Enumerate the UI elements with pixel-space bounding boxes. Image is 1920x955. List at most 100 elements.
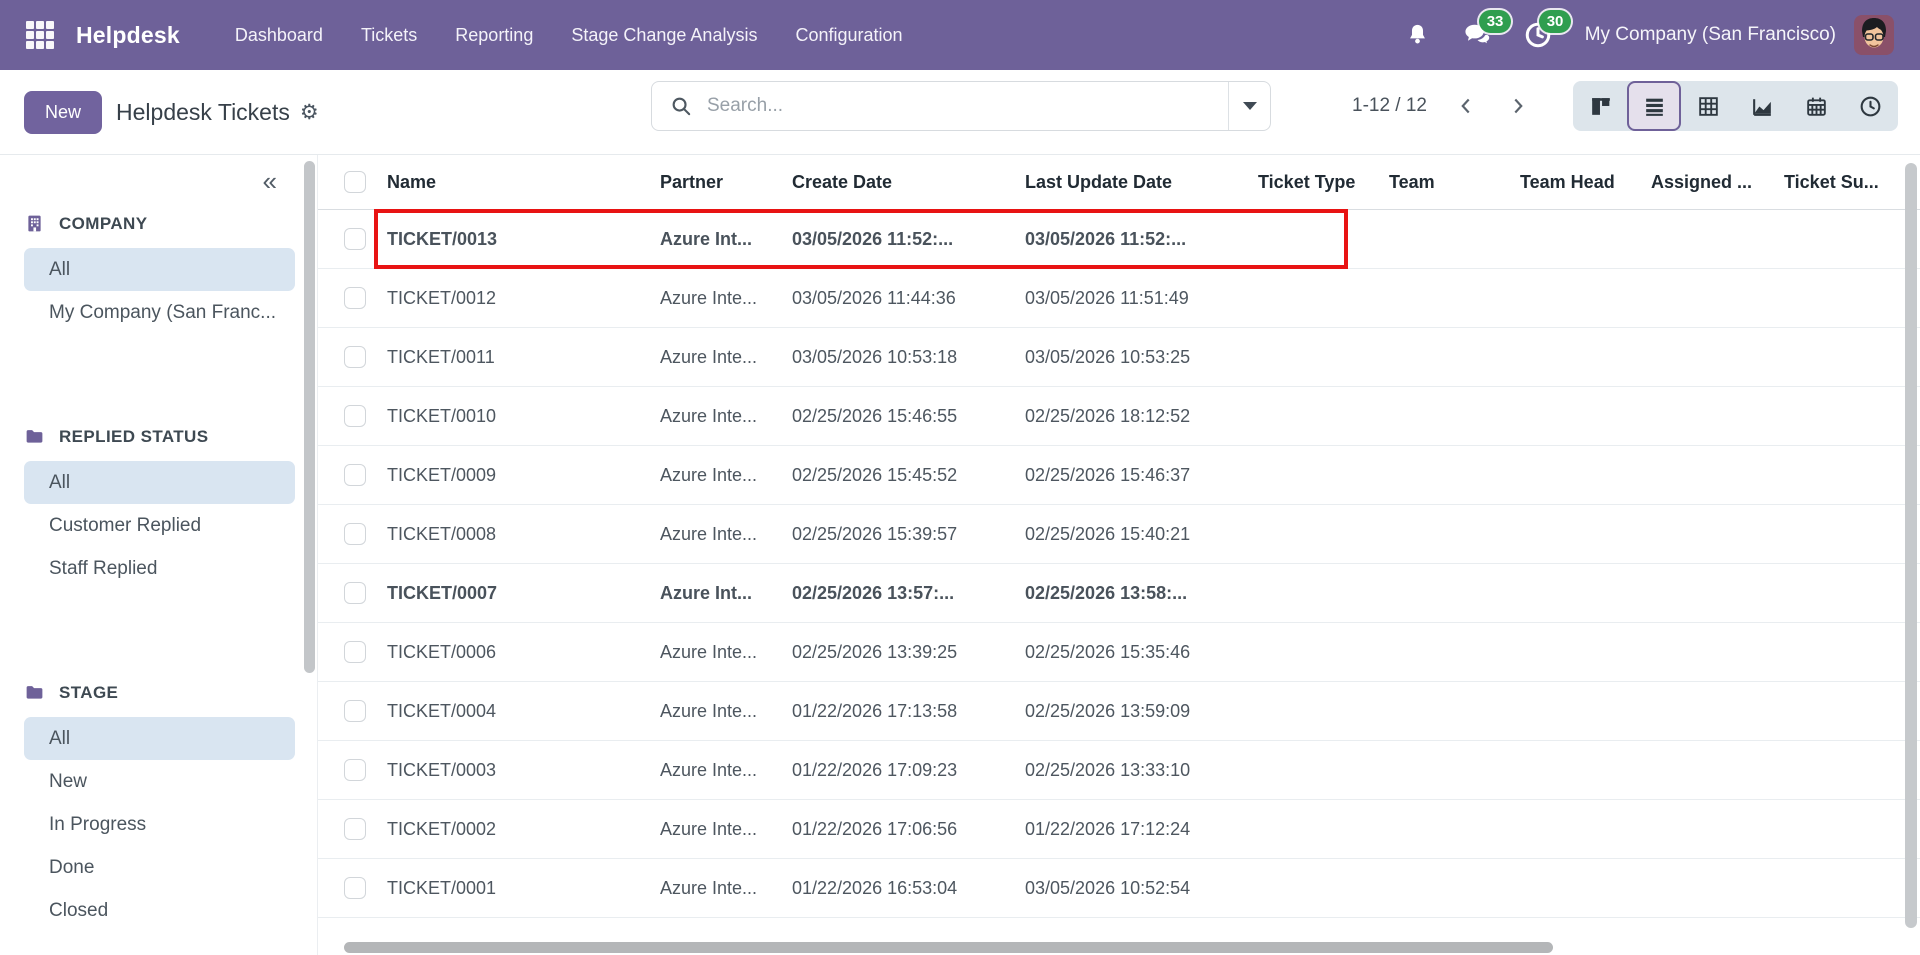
table-row[interactable]: TICKET/0008 Azure Inte... 02/25/2026 15:… (318, 505, 1920, 564)
cell-partner: Azure Inte... (660, 878, 792, 899)
column-header[interactable]: Last Update Date (1025, 172, 1258, 193)
filter-item[interactable]: Done (24, 846, 295, 889)
table-row[interactable]: TICKET/0010 Azure Inte... 02/25/2026 15:… (318, 387, 1920, 446)
activities-icon[interactable]: 30 (1521, 18, 1555, 52)
cell-partner: Azure Inte... (660, 819, 792, 840)
cell-last-update-date: 03/05/2026 10:52:54 (1025, 878, 1258, 899)
table-row[interactable]: TICKET/0002 Azure Inte... 01/22/2026 17:… (318, 800, 1920, 859)
cell-name: TICKET/0010 (387, 406, 660, 427)
filter-item[interactable]: All (24, 717, 295, 760)
table-row[interactable]: TICKET/0012 Azure Inte... 03/05/2026 11:… (318, 269, 1920, 328)
sidebar-scrollbar[interactable] (304, 161, 315, 673)
row-checkbox[interactable] (318, 582, 387, 604)
graph-view-button[interactable] (1735, 81, 1789, 131)
cell-create-date: 01/22/2026 16:53:04 (792, 878, 1025, 899)
row-checkbox[interactable] (318, 464, 387, 486)
column-header[interactable]: Team (1389, 172, 1520, 193)
row-checkbox[interactable] (318, 523, 387, 545)
cell-name: TICKET/0009 (387, 465, 660, 486)
column-header[interactable]: Assigned ... (1651, 172, 1784, 193)
nav-menu-item[interactable]: Tickets (346, 17, 432, 54)
table-row[interactable]: TICKET/0007 Azure Int... 02/25/2026 13:5… (318, 564, 1920, 623)
vertical-scrollbar[interactable] (1905, 163, 1917, 928)
control-panel: New Helpdesk Tickets ⚙ 1-12 / 12 (0, 70, 1920, 155)
list-view-icon (1642, 94, 1667, 119)
horizontal-scrollbar[interactable] (344, 942, 1553, 953)
cell-last-update-date: 03/05/2026 11:51:49 (1025, 288, 1258, 309)
filter-item[interactable]: All (24, 461, 295, 504)
cell-last-update-date: 02/25/2026 15:40:21 (1025, 524, 1258, 545)
row-checkbox[interactable] (318, 818, 387, 840)
pager-next-button[interactable] (1505, 93, 1531, 119)
table-row[interactable]: TICKET/0001 Azure Inte... 01/22/2026 16:… (318, 859, 1920, 918)
cell-name: TICKET/0003 (387, 760, 660, 781)
cell-partner: Azure Inte... (660, 642, 792, 663)
row-checkbox[interactable] (318, 287, 387, 309)
nav-menu-item[interactable]: Dashboard (220, 17, 338, 54)
nav-menu-item[interactable]: Configuration (780, 17, 917, 54)
table-row[interactable]: TICKET/0006 Azure Inte... 02/25/2026 13:… (318, 623, 1920, 682)
filter-item[interactable]: In Progress (24, 803, 295, 846)
row-checkbox[interactable] (318, 877, 387, 899)
table-row[interactable]: TICKET/0009 Azure Inte... 02/25/2026 15:… (318, 446, 1920, 505)
messages-icon[interactable]: 33 (1461, 18, 1495, 52)
user-avatar[interactable] (1854, 15, 1894, 55)
app-name[interactable]: Helpdesk (76, 22, 180, 49)
calendar-view-button[interactable] (1789, 81, 1843, 131)
activity-view-icon (1858, 94, 1883, 119)
filter-item[interactable]: New (24, 760, 295, 803)
pager-previous-button[interactable] (1453, 93, 1479, 119)
select-all-checkbox[interactable] (318, 171, 387, 193)
cell-name: TICKET/0006 (387, 642, 660, 663)
column-header[interactable]: Team Head (1520, 172, 1651, 193)
list-view-button[interactable] (1627, 81, 1681, 131)
pager: 1-12 / 12 (1352, 81, 1531, 131)
apps-grid-icon[interactable] (26, 21, 54, 49)
row-checkbox[interactable] (318, 759, 387, 781)
filter-item[interactable]: Closed (24, 889, 295, 932)
table-row[interactable]: TICKET/0011 Azure Inte... 03/05/2026 10:… (318, 328, 1920, 387)
filter-item[interactable]: Customer Replied (24, 504, 295, 547)
column-header[interactable]: Ticket Su... (1784, 172, 1920, 193)
row-checkbox[interactable] (318, 346, 387, 368)
filter-item[interactable]: My Company (San Franc... (24, 291, 295, 334)
pivot-view-icon (1696, 94, 1721, 119)
cell-partner: Azure Inte... (660, 524, 792, 545)
cell-create-date: 02/25/2026 15:46:55 (792, 406, 1025, 427)
company-switcher[interactable]: My Company (San Francisco) (1585, 24, 1836, 46)
view-switcher (1573, 81, 1898, 131)
main-menu: DashboardTicketsReportingStage Change An… (220, 17, 918, 54)
cell-partner: Azure Inte... (660, 347, 792, 368)
table-row[interactable]: TICKET/0004 Azure Inte... 01/22/2026 17:… (318, 682, 1920, 741)
cell-last-update-date: 02/25/2026 13:58:... (1025, 583, 1258, 604)
column-header[interactable]: Ticket Type (1258, 172, 1389, 193)
sidebar-section-title: REPLIED STATUS (59, 427, 208, 447)
pivot-view-button[interactable] (1681, 81, 1735, 131)
gear-icon[interactable]: ⚙ (300, 100, 319, 125)
filter-item[interactable]: All (24, 248, 295, 291)
search-input[interactable] (707, 95, 1228, 117)
collapse-sidebar-icon[interactable]: « (263, 168, 277, 194)
activity-view-button[interactable] (1843, 81, 1897, 131)
nav-menu-item[interactable]: Stage Change Analysis (556, 17, 772, 54)
activities-badge: 30 (1539, 10, 1572, 33)
bell-icon[interactable] (1401, 18, 1435, 52)
row-checkbox[interactable] (318, 700, 387, 722)
content-area: « COMPANY AllMy Company (San Franc... (0, 155, 1920, 955)
row-checkbox[interactable] (318, 405, 387, 427)
column-header[interactable]: Name (387, 172, 660, 193)
sidebar-section-stage: STAGE AllNewIn ProgressDoneClosed (24, 682, 295, 932)
row-checkbox[interactable] (318, 228, 387, 250)
table-row[interactable]: TICKET/0003 Azure Inte... 01/22/2026 17:… (318, 741, 1920, 800)
nav-menu-item[interactable]: Reporting (440, 17, 548, 54)
navbar-right: 33 30 My Company (San Francisco) (1375, 15, 1894, 55)
row-checkbox[interactable] (318, 641, 387, 663)
column-header[interactable]: Create Date (792, 172, 1025, 193)
table-row[interactable]: TICKET/0013 Azure Int... 03/05/2026 11:5… (318, 210, 1920, 269)
kanban-view-button[interactable] (1573, 81, 1627, 131)
search-options-toggle[interactable] (1228, 82, 1270, 130)
column-header[interactable]: Partner (660, 172, 792, 193)
building-icon (24, 213, 45, 234)
new-button[interactable]: New (24, 91, 102, 134)
filter-item[interactable]: Staff Replied (24, 547, 295, 590)
